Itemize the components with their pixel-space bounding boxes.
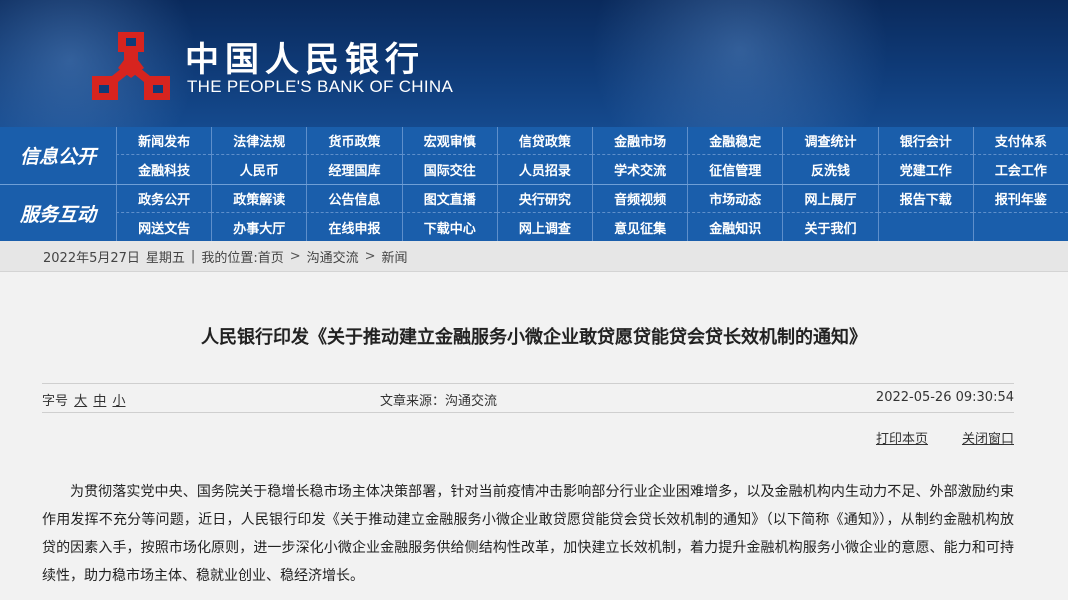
breadcrumb: 2022年5月27日 星期五 | 我的位置: 首页 > 沟通交流 > 新闻	[0, 241, 1068, 272]
nav-link[interactable]: 报告下载	[877, 185, 973, 213]
nav-link[interactable]: 法律法规	[211, 127, 307, 155]
current-weekday: 星期五	[145, 250, 185, 266]
nav-link[interactable]: 政策解读	[211, 185, 307, 213]
nav-link[interactable]: 市场动态	[687, 185, 783, 213]
nav-link[interactable]: 国际交往	[401, 155, 497, 184]
nav-link[interactable]: 金融知识	[687, 213, 782, 242]
nav-link[interactable]: 图文直播	[401, 185, 497, 213]
nav-link[interactable]: 工会工作	[972, 155, 1068, 184]
nav-link[interactable]: 办事大厅	[211, 213, 306, 242]
nav-link[interactable]: 政务公开	[116, 185, 212, 213]
nav-grid: 政务公开 政策解读 公告信息 图文直播 央行研究 音频视频 市场动态 网上展厅 …	[116, 185, 1068, 242]
article-meta: 字号 大 中 小 文章来源：沟通交流 2022-05-26 09:30:54	[42, 383, 1014, 413]
font-size-control: 字号 大 中 小	[42, 390, 125, 409]
nav-link[interactable]: 调查统计	[782, 127, 878, 155]
header-banner: 中国人民银行 THE PEOPLE'S BANK OF CHINA	[0, 0, 1068, 127]
nav-section-label: 信息公开	[0, 127, 116, 184]
brand-name-cn: 中国人民银行	[185, 40, 425, 80]
nav-link[interactable]: 关于我们	[782, 213, 877, 242]
breadcrumb-home-link[interactable]: 首页	[258, 247, 284, 266]
nav-link[interactable]: 金融科技	[116, 155, 211, 184]
font-size-medium-button[interactable]: 中	[93, 394, 106, 409]
nav-link[interactable]: 公告信息	[306, 185, 402, 213]
nav-section-info: 信息公开 新闻发布 法律法规 货币政策 宏观审慎 信贷政策 金融市场 金融稳定 …	[0, 127, 1068, 184]
nav-link[interactable]: 央行研究	[496, 185, 592, 213]
nav-link[interactable]: 意见征集	[591, 213, 687, 242]
article-datetime: 2022-05-26 09:30:54	[875, 390, 1014, 405]
nav-link[interactable]: 新闻发布	[116, 127, 212, 155]
font-size-large-button[interactable]: 大	[74, 394, 87, 409]
breadcrumb-current-link[interactable]: 新闻	[382, 247, 408, 266]
nav-link[interactable]: 网上展厅	[782, 185, 878, 213]
pboc-emblem-icon[interactable]	[88, 30, 174, 106]
nav-link[interactable]: 宏观审慎	[401, 127, 497, 155]
article-actions: 打印本页 关闭窗口	[42, 428, 1014, 448]
close-window-link[interactable]: 关闭窗口	[962, 428, 1014, 447]
article-source: 文章来源：沟通交流	[380, 394, 498, 409]
nav-link[interactable]: 货币政策	[306, 127, 402, 155]
nav-link[interactable]: 反洗钱	[782, 155, 877, 184]
nav-link[interactable]: 网送文告	[116, 213, 211, 242]
nav-link[interactable]: 人员招录	[496, 155, 592, 184]
nav-link[interactable]: 音频视频	[591, 185, 688, 213]
nav-link[interactable]: 人民币	[211, 155, 306, 184]
nav-link[interactable]: 在线申报	[306, 213, 401, 242]
chevron-right-icon: >	[364, 248, 376, 264]
main-nav: 信息公开 新闻发布 法律法规 货币政策 宏观审慎 信贷政策 金融市场 金融稳定 …	[0, 127, 1068, 242]
nav-link[interactable]: 征信管理	[687, 155, 782, 184]
nav-section-label: 服务互动	[0, 185, 116, 242]
chevron-right-icon: >	[289, 248, 301, 264]
nav-link[interactable]: 银行会计	[877, 127, 973, 155]
brand-name-en: THE PEOPLE'S BANK OF CHINA	[187, 77, 454, 96]
nav-link[interactable]: 网上调查	[496, 213, 592, 242]
nav-link[interactable]: 党建工作	[877, 155, 973, 184]
current-date: 2022年5月27日	[43, 250, 140, 266]
nav-link[interactable]: 经理国库	[306, 155, 401, 184]
breadcrumb-divider: |	[190, 248, 196, 264]
nav-link[interactable]: 报刊年鉴	[972, 185, 1068, 213]
nav-section-service: 服务互动 政务公开 政策解读 公告信息 图文直播 央行研究 音频视频 市场动态 …	[0, 184, 1068, 242]
breadcrumb-section-link[interactable]: 沟通交流	[307, 247, 359, 266]
font-size-small-button[interactable]: 小	[112, 394, 125, 409]
banner-glow	[560, 0, 920, 127]
nav-link[interactable]: 金融市场	[591, 127, 688, 155]
nav-link[interactable]: 学术交流	[591, 155, 687, 184]
article-title: 人民银行印发《关于推动建立金融服务小微企业敢贷愿贷能贷会贷长效机制的通知》	[201, 327, 867, 348]
font-size-label: 字号	[42, 394, 69, 409]
nav-link[interactable]: 金融稳定	[687, 127, 783, 155]
breadcrumb-label: 我的位置:	[201, 250, 258, 266]
print-page-link[interactable]: 打印本页	[876, 428, 928, 447]
nav-link[interactable]: 下载中心	[401, 213, 497, 242]
article-paragraph: 为贯彻落实党中央、国务院关于稳增长稳市场主体决策部署，针对当前疫情冲击影响部分行…	[42, 484, 1014, 584]
nav-empty-cell	[877, 213, 973, 242]
nav-link[interactable]: 支付体系	[972, 127, 1068, 155]
nav-link[interactable]: 信贷政策	[496, 127, 592, 155]
nav-empty-cell	[972, 213, 1068, 242]
nav-grid: 新闻发布 法律法规 货币政策 宏观审慎 信贷政策 金融市场 金融稳定 调查统计 …	[116, 127, 1068, 184]
